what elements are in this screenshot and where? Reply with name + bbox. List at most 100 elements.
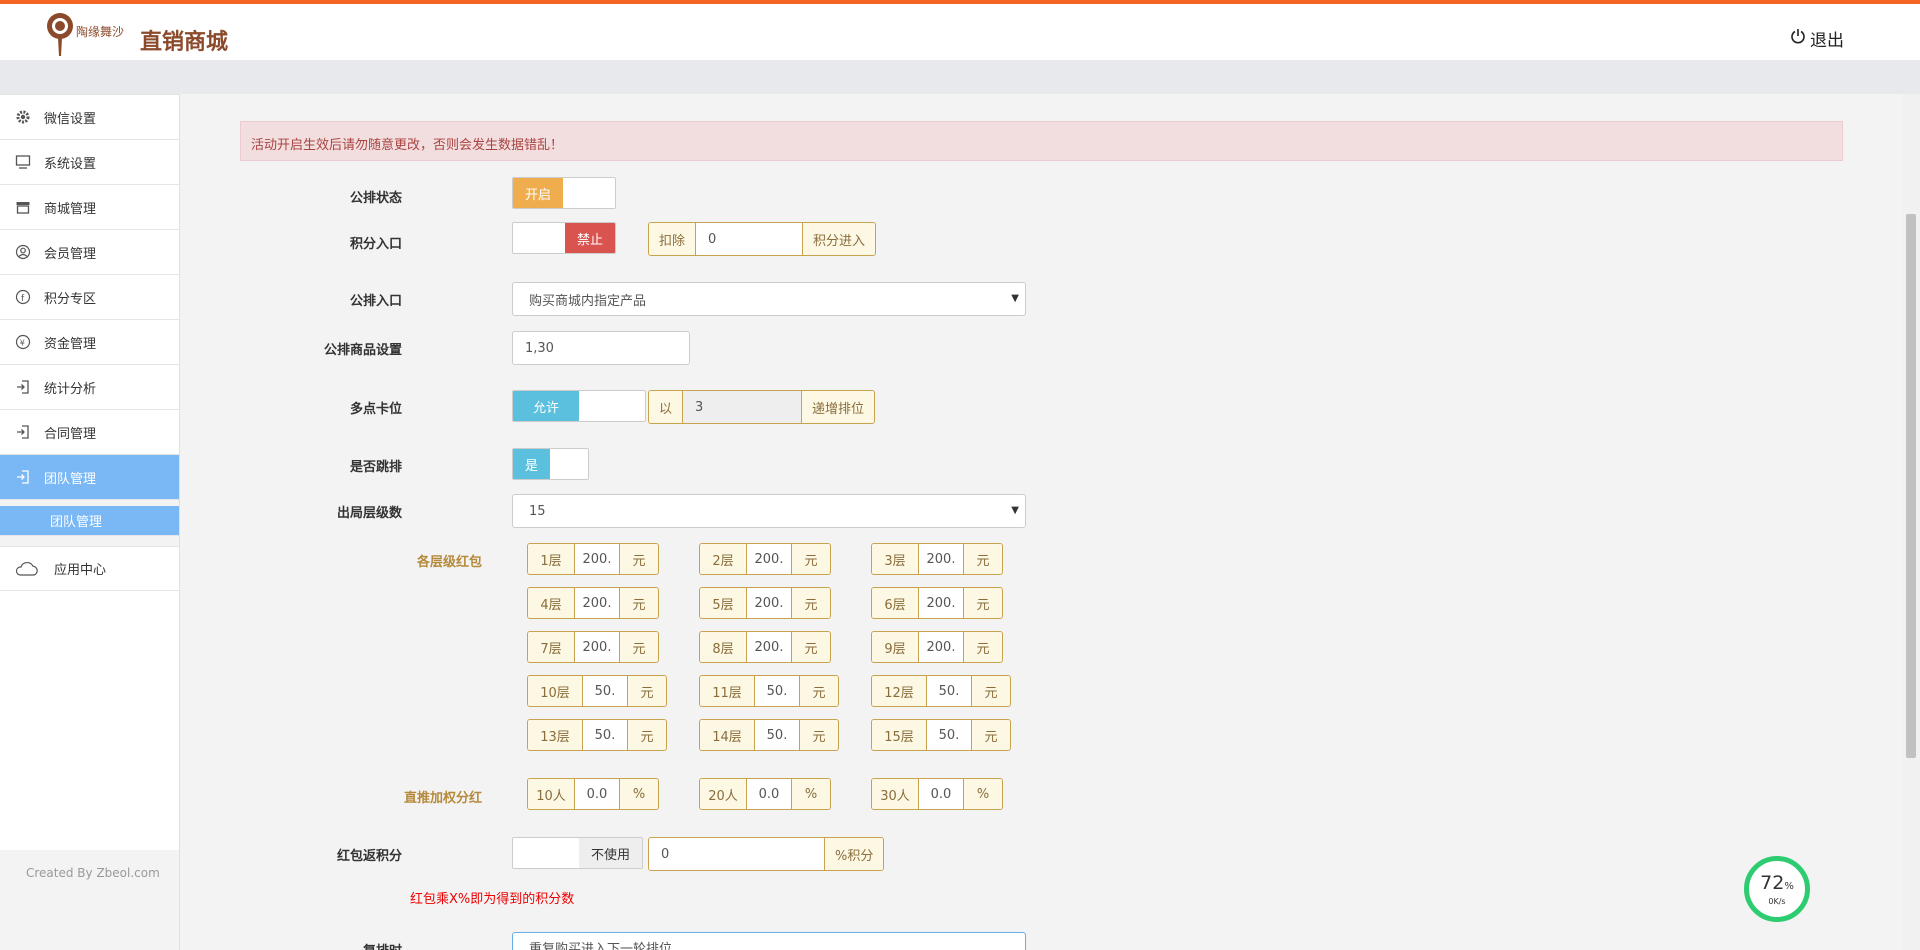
redpack-points-toggle[interactable]: 不使用 [512, 837, 644, 869]
sidebar-item-system[interactable]: 系统设置 [0, 140, 179, 185]
yen-icon: ¥ [14, 333, 32, 351]
sidebar-item-stats[interactable]: 统计分析 [0, 365, 179, 410]
select-value: 购买商城内指定产品 [529, 293, 647, 309]
rearrange-label: 复排时 [222, 940, 402, 950]
sidebar-item-label: 会员管理 [44, 246, 97, 262]
multi-slot-suffix: 递增排位 [802, 391, 875, 423]
logout-button[interactable]: 退出 [1790, 26, 1844, 51]
top-bar: 陶缘舞沙 直销商城 退出 [0, 0, 1920, 60]
toggle-on-label: 是 [513, 449, 551, 479]
tier-value-input[interactable]: 0.0 [574, 779, 620, 809]
svg-text:f: f [21, 294, 25, 304]
level-name: 11层 [700, 676, 754, 706]
level-bonus-group: 8层 200. 元 [699, 631, 831, 663]
page-scrollbar[interactable] [1902, 94, 1920, 950]
redpack-points-input[interactable]: 0 [649, 838, 825, 870]
multi-slot-toggle[interactable]: 允许 [512, 390, 647, 422]
select-value: 15 [529, 503, 546, 519]
level-value-input[interactable]: 50. [926, 720, 972, 750]
sidebar-item-label: 合同管理 [44, 426, 97, 442]
level-value-input[interactable]: 200. [574, 632, 620, 662]
deduct-suffix: 积分进入 [803, 223, 876, 255]
logout-label: 退出 [1810, 31, 1844, 51]
sidebar-item-app-center[interactable]: 应用中心 [0, 546, 179, 591]
level-value-input[interactable]: 50. [582, 676, 628, 706]
unit-label: 元 [620, 544, 658, 574]
level-value-input[interactable]: 200. [918, 588, 964, 618]
sidebar-item-wechat[interactable]: 微信设置 [0, 95, 179, 140]
sidebar-item-mall[interactable]: 商城管理 [0, 185, 179, 230]
gear-icon [14, 108, 32, 126]
unit-label: 元 [800, 720, 838, 750]
level-value-input[interactable]: 50. [754, 676, 800, 706]
product-setting-input[interactable]: 1,30 [512, 331, 690, 365]
points-deduct-group: 扣除 0 积分进入 [648, 222, 877, 256]
product-setting-label: 公排商品设置 [323, 343, 402, 358]
level-value-input[interactable]: 200. [746, 588, 792, 618]
sidebar-item-team[interactable]: 团队管理 [0, 455, 179, 500]
jump-toggle[interactable]: 是 [512, 448, 590, 480]
deduct-prefix: 扣除 [649, 223, 696, 255]
jump-label: 是否跳排 [349, 460, 402, 475]
level-bonus-group: 14层 50. 元 [699, 719, 839, 751]
level-name: 4层 [528, 588, 574, 618]
unit-label: % [792, 779, 830, 809]
store-icon [14, 198, 32, 216]
level-value-input[interactable]: 200. [918, 544, 964, 574]
app-title: 直销商城 [140, 30, 229, 55]
svg-text:¥: ¥ [20, 339, 25, 348]
level-name: 10层 [528, 676, 582, 706]
sidebar-subitem-team[interactable]: 团队管理 [0, 506, 179, 536]
redpack-points-suffix: %积分 [825, 838, 884, 870]
sidebar-item-contracts[interactable]: 合同管理 [0, 410, 179, 455]
level-value-input[interactable]: 200. [746, 632, 792, 662]
unit-label: 元 [620, 588, 658, 618]
exit-levels-select[interactable]: 15 ▼ [512, 494, 1026, 528]
level-bonus-group: 1层 200. 元 [527, 543, 659, 575]
sidebar-item-points[interactable]: f 积分专区 [0, 275, 179, 320]
unit-label: 元 [964, 544, 1002, 574]
toggle-off-label: 不使用 [579, 838, 643, 868]
direct-bonus-label: 直推加权分红 [403, 791, 482, 806]
scrollbar-thumb[interactable] [1906, 214, 1916, 758]
rearrange-select[interactable]: 重复购买进入下一轮排位 [512, 932, 1026, 950]
level-value-input[interactable]: 200. [574, 544, 620, 574]
tier-value-input[interactable]: 0.0 [918, 779, 964, 809]
level-value-input[interactable]: 50. [582, 720, 628, 750]
public-status-label: 公排状态 [349, 191, 402, 206]
points-entry-label: 积分入口 [349, 237, 402, 252]
level-bonus-group: 3层 200. 元 [871, 543, 1003, 575]
level-value-input[interactable]: 200. [918, 632, 964, 662]
caret-down-icon: ▼ [1011, 293, 1019, 304]
monitor-icon [14, 153, 32, 171]
deduct-input[interactable]: 0 [695, 223, 804, 255]
main-content: 活动开启生效后请勿随意更改，否则会发生数据错乱！ 公排状态 开启 积分入口 禁止… [222, 94, 1860, 950]
sidebar-item-label: 应用中心 [54, 563, 107, 578]
cloud-icon [14, 561, 40, 577]
sidebar-item-funds[interactable]: ¥ 资金管理 [0, 320, 179, 365]
sidebar-item-members[interactable]: 会员管理 [0, 230, 179, 275]
redpack-points-group: 0 %积分 [648, 837, 885, 871]
public-entry-select[interactable]: 购买商城内指定产品 ▼ [512, 282, 1026, 316]
unit-label: 元 [792, 588, 830, 618]
level-bonus-group: 10层 50. 元 [527, 675, 667, 707]
level-value-input[interactable]: 50. [926, 676, 972, 706]
points-entry-toggle[interactable]: 禁止 [512, 222, 617, 254]
settings-panel: 活动开启生效后请勿随意更改，否则会发生数据错乱！ 公排状态 开启 积分入口 禁止… [222, 94, 1860, 950]
direct-bonus-group: 30人 0.0% [871, 778, 1003, 810]
public-status-toggle[interactable]: 开启 [512, 177, 617, 209]
level-value-input[interactable]: 200. [574, 588, 620, 618]
redpack-points-label: 红包返积分 [336, 849, 402, 864]
sidebar: 微信设置 系统设置 商城管理 会员管理 f 积分专区 ¥ 资金管理 统计分析 合… [0, 94, 180, 950]
brand-logo: 陶缘舞沙 [44, 10, 126, 60]
level-bonus-group: 4层 200. 元 [527, 587, 659, 619]
speed-rate: 0K/s [1768, 896, 1786, 906]
level-value-input[interactable]: 50. [754, 720, 800, 750]
multi-slot-input[interactable]: 3 [682, 391, 803, 423]
tier-value-input[interactable]: 0.0 [746, 779, 792, 809]
warning-alert: 活动开启生效后请勿随意更改，否则会发生数据错乱！ [240, 121, 1843, 161]
unit-label: 元 [800, 676, 838, 706]
header-strip [0, 60, 1920, 94]
network-speed-widget[interactable]: 72% 0K/s [1744, 856, 1810, 922]
level-value-input[interactable]: 200. [746, 544, 792, 574]
